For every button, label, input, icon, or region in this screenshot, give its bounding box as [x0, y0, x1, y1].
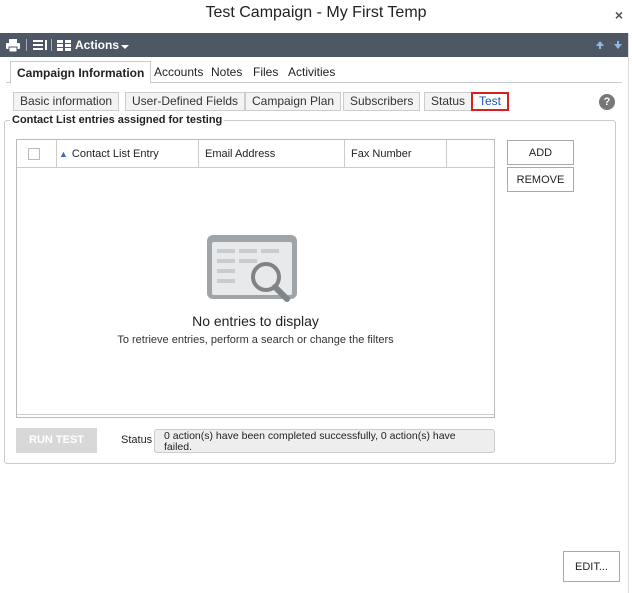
status-message: 0 action(s) have been completed successf…	[154, 429, 495, 453]
arrow-down-icon[interactable]	[613, 33, 623, 57]
subtab-test[interactable]: Test	[471, 92, 510, 111]
arrow-up-icon[interactable]	[595, 33, 605, 57]
toolbar-separator	[26, 39, 27, 51]
window-titlebar: Test Campaign - My First Temp ×	[0, 0, 632, 32]
tab-notes[interactable]: Notes	[211, 61, 242, 83]
column-contact-list-entry[interactable]: ▲ Contact List Entry	[57, 140, 199, 168]
empty-state-title: No entries to display	[192, 313, 319, 329]
subtab-subscribers[interactable]: Subscribers	[343, 92, 421, 111]
close-icon[interactable]: ×	[615, 7, 623, 23]
print-icon[interactable]	[6, 33, 20, 57]
sort-ascending-icon: ▲	[59, 149, 68, 159]
subtab-user-defined-fields[interactable]: User-Defined Fields	[125, 92, 246, 111]
contact-list-grid: ▲ Contact List Entry Email Address Fax Nu…	[16, 139, 495, 418]
toolbar-separator	[51, 39, 52, 51]
actions-icon	[57, 39, 71, 51]
chevron-down-icon	[121, 45, 130, 49]
window-title: Test Campaign - My First Temp	[205, 4, 427, 21]
edit-button[interactable]: EDIT...	[563, 551, 620, 582]
section-legend: Contact List entries assigned for testin…	[10, 114, 225, 126]
empty-state-subtitle: To retrieve entries, perform a search or…	[117, 334, 394, 346]
main-tabs: Campaign Information Accounts Notes File…	[6, 61, 622, 84]
grid-header-select	[17, 140, 57, 168]
run-test-button[interactable]: RUN TEST	[16, 428, 97, 453]
column-fax-number[interactable]: Fax Number	[345, 140, 447, 168]
empty-search-icon	[207, 235, 297, 302]
help-icon[interactable]: ?	[599, 94, 615, 110]
actions-label: Actions	[75, 38, 120, 52]
subtab-status[interactable]: Status	[424, 92, 473, 111]
tab-campaign-information[interactable]: Campaign Information	[10, 61, 152, 84]
actions-menu[interactable]: Actions	[57, 33, 130, 57]
grid-header: ▲ Contact List Entry Email Address Fax Nu…	[17, 140, 494, 168]
add-button[interactable]: ADD	[507, 140, 574, 165]
remove-button[interactable]: REMOVE	[507, 167, 574, 192]
subtab-basic-information[interactable]: Basic information	[13, 92, 120, 111]
tab-files[interactable]: Files	[253, 61, 278, 83]
column-extra	[447, 140, 494, 168]
column-label: Contact List Entry	[71, 148, 159, 160]
list-view-icon[interactable]	[33, 33, 47, 57]
status-label: Status	[121, 434, 153, 446]
toolbar: Actions	[0, 33, 628, 57]
select-all-checkbox[interactable]	[28, 148, 40, 160]
subtab-campaign-plan[interactable]: Campaign Plan	[245, 92, 342, 111]
grid-footer-divider	[17, 414, 494, 415]
column-email-address[interactable]: Email Address	[199, 140, 345, 168]
window-right-edge	[628, 33, 632, 593]
tab-accounts[interactable]: Accounts	[154, 61, 203, 83]
tab-activities[interactable]: Activities	[288, 61, 335, 83]
